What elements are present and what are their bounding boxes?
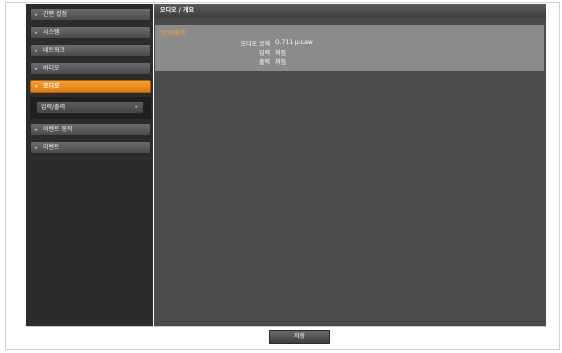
output-value: 꺼짐 [275,59,287,66]
sidebar-item-network[interactable]: ▸ 네트워크 [30,44,151,57]
chevron-right-icon: ▸ [35,30,38,36]
save-button[interactable]: 저장 [269,330,330,344]
submenu-item-label: 입력/출력 [41,104,66,111]
codec-label: 오디오 코덱 [240,41,270,48]
sidebar-item-label: 오디오 [43,83,60,90]
sidebar-item-event[interactable]: ▸ 이벤트 [30,141,151,154]
output-row: 출력 [155,57,270,66]
sidebar-item-audio[interactable]: ▾ 오디오 [30,80,151,93]
sidebar-item-label: 시스템 [43,29,60,36]
page-title: 오디오 / 개요 [154,4,546,18]
chevron-right-icon: ▸ [35,127,38,133]
footer-divider [26,326,546,327]
chevron-right-icon: ▸ [135,104,138,110]
sidebar-item-label: 이벤트 [43,144,60,151]
sidebar-item-label: 이벤트 동작 [43,126,73,133]
input-row: 입력 [155,48,270,57]
submenu-item-input-output[interactable]: 입력/출력 ▸ [36,101,144,114]
chevron-down-icon: ▾ [35,84,38,90]
output-label: 출력 [258,59,270,66]
sidebar-item-quick-setup[interactable]: ▸ 간편 설정 [30,8,151,21]
sidebar-item-label: 네트워크 [43,47,66,54]
chevron-right-icon: ▸ [35,145,38,151]
chevron-right-icon: ▸ [35,66,38,72]
sidebar-item-label: 비디오 [43,65,60,72]
sidebar-item-label: 간편 설정 [43,11,67,18]
input-value: 꺼짐 [275,50,287,57]
audio-submenu: 입력/출력 ▸ [30,97,151,119]
chevron-right-icon: ▸ [35,12,38,18]
input-label: 입력 [258,50,270,57]
codec-row: 오디오 코덱 [155,39,270,48]
main-content: 오디오 / 개요 입력/출력 오디오 코덱 G.711 μ-Law 입력 꺼짐 … [154,4,546,326]
sidebar-item-event-action[interactable]: ▸ 이벤트 동작 [30,123,151,136]
input-output-section: 입력/출력 오디오 코덱 G.711 μ-Law 입력 꺼짐 출력 꺼짐 [155,25,544,71]
section-title: 입력/출력 [161,30,186,37]
sidebar-item-video[interactable]: ▸ 비디오 [30,62,151,75]
sidebar-item-system[interactable]: ▸ 시스템 [30,26,151,39]
sidebar: ▸ 간편 설정 ▸ 시스템 ▸ 네트워크 ▸ 비디오 ▾ 오디오 입력/출력 ▸ ▸ 이벤트… [26,4,153,326]
chevron-right-icon: ▸ [35,48,38,54]
codec-value: G.711 μ-Law [275,39,313,46]
